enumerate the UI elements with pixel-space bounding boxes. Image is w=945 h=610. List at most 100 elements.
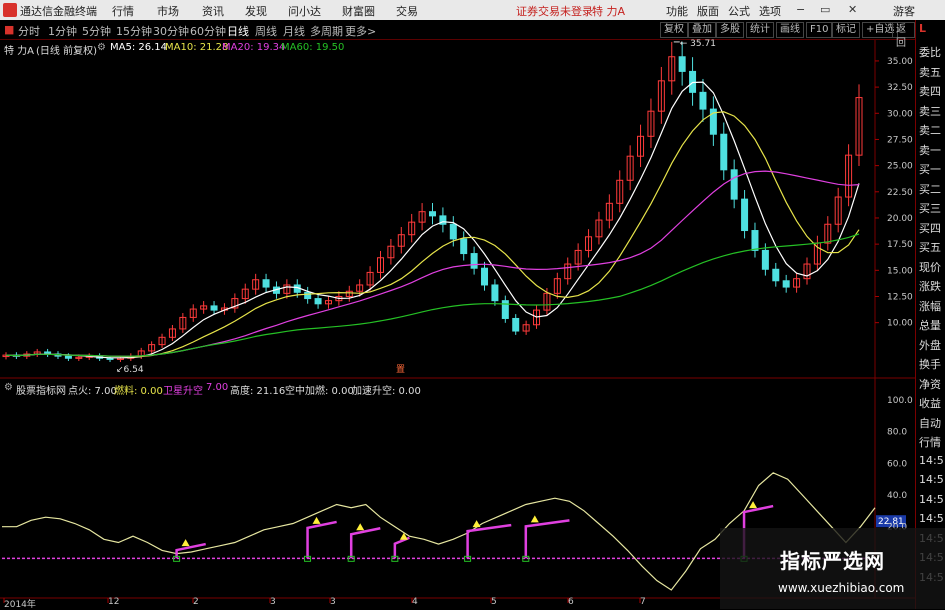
candle-body bbox=[751, 230, 759, 251]
menu-item-faxian[interactable]: 发现 bbox=[245, 3, 267, 19]
indicator-tick-label: 100.0 bbox=[887, 396, 913, 406]
menu-item-wenxiaoda[interactable]: 问小达 bbox=[288, 3, 321, 19]
signal-segment bbox=[306, 520, 337, 559]
sidebar-item[interactable]: 收益 bbox=[919, 395, 941, 411]
price-chart[interactable]: 35.00 32.50 30.00 27.50 25.00 22.50 20.00 17.50… bbox=[0, 20, 915, 609]
sidebar-item[interactable]: 买四 bbox=[919, 220, 941, 236]
sidebar-item[interactable]: 换手 bbox=[919, 356, 941, 372]
date-label-6: 6 bbox=[568, 597, 574, 607]
candle-body bbox=[761, 249, 769, 270]
sidebar-item[interactable]: 14:5 bbox=[919, 493, 944, 506]
candle-body bbox=[772, 268, 780, 282]
candle-body bbox=[470, 253, 478, 269]
sidebar-item[interactable]: 涨跌 bbox=[919, 278, 941, 294]
date-label-2: 2 bbox=[193, 597, 199, 607]
indicator-tick-label: 60.0 bbox=[887, 459, 907, 469]
sidebar-item[interactable]: 14:5 bbox=[919, 473, 944, 486]
ma60-line bbox=[5, 233, 860, 357]
sidebar-item[interactable]: 卖二 bbox=[919, 122, 941, 138]
candle-body bbox=[491, 284, 499, 302]
restore-icon[interactable]: ▭ bbox=[820, 3, 830, 16]
candle-body bbox=[262, 279, 270, 288]
sidebar-item[interactable]: 总量 bbox=[919, 317, 941, 333]
sidebar-item[interactable]: 净资 bbox=[919, 376, 941, 392]
menu-item-gongneng[interactable]: 功能 bbox=[666, 3, 688, 19]
sidebar-item[interactable]: 涨幅 bbox=[919, 298, 941, 314]
menu-item-gongshi[interactable]: 公式 bbox=[728, 3, 750, 19]
sidebar-item[interactable]: 现价 bbox=[919, 259, 941, 275]
sidebar-top-label: L bbox=[919, 22, 927, 35]
indicator-legend: ⚙ 股票指标网 点火: 7.00 燃料: 0.00 卫星升空 7.00 高度: … bbox=[0, 381, 760, 397]
price-tick-label: 10.00 bbox=[887, 319, 913, 329]
candle-body bbox=[210, 305, 218, 311]
price-tick-label: 32.50 bbox=[887, 83, 913, 93]
current-stock: 特 力A bbox=[592, 5, 626, 18]
weixing-value: 7.00 bbox=[206, 382, 229, 393]
sidebar-item[interactable]: 卖一 bbox=[919, 142, 941, 158]
signal-triangle bbox=[356, 523, 365, 531]
ma10-line bbox=[5, 111, 860, 358]
low-annotation: ↙6.54 bbox=[116, 365, 144, 375]
app-title: 通达信金融终端 bbox=[20, 5, 97, 18]
candle-body bbox=[314, 298, 322, 305]
sidebar-item[interactable]: 行情 bbox=[919, 434, 941, 450]
menu-item-banmian[interactable]: 版面 bbox=[697, 3, 719, 19]
signal-triangle bbox=[472, 520, 481, 528]
candle-body bbox=[64, 355, 72, 359]
date-label-5: 5 bbox=[491, 597, 497, 607]
candle-body bbox=[720, 133, 728, 171]
sidebar-item[interactable]: 自动 bbox=[919, 415, 941, 431]
signal-segment bbox=[466, 523, 512, 559]
brand-url: www.xuezhibiao.com bbox=[778, 581, 905, 595]
date-label-2014: 2014年 bbox=[4, 600, 36, 610]
signal-triangle bbox=[312, 516, 321, 524]
indicator-tick-label: 80.0 bbox=[887, 428, 907, 438]
app-logo-icon bbox=[3, 3, 17, 17]
candle-body bbox=[678, 56, 686, 72]
sidebar-item[interactable]: 买五 bbox=[919, 239, 941, 255]
quote-sidebar: L 委比卖五卖四卖三卖二卖一买一买二买三买四买五现价涨跌涨幅总量外盘换手净资收益… bbox=[915, 20, 945, 609]
login-status: 证券交易未登录 bbox=[516, 5, 593, 18]
sidebar-item[interactable]: 买三 bbox=[919, 200, 941, 216]
menu-bar: 通达信金融终端 行情 市场 资讯 发现 问小达 财富圈 交易 证券交易未登录 特… bbox=[0, 0, 945, 21]
price-tick-label: 20.00 bbox=[887, 214, 913, 224]
sidebar-item[interactable]: 卖四 bbox=[919, 83, 941, 99]
candle-body bbox=[512, 317, 520, 332]
date-label-4: 4 bbox=[412, 597, 418, 607]
candle-body bbox=[481, 267, 489, 286]
dianhuo-value: 点火: 7.00 bbox=[68, 386, 117, 397]
price-tick-label: 27.50 bbox=[887, 135, 913, 145]
sidebar-item[interactable]: 买二 bbox=[919, 181, 941, 197]
indicator-settings-icon[interactable]: ⚙ bbox=[4, 382, 13, 393]
candle-body bbox=[429, 211, 436, 217]
menu-item-xuanxiang[interactable]: 选项 bbox=[759, 3, 781, 19]
indicator-tick-label: 40.0 bbox=[887, 491, 907, 501]
sidebar-item[interactable]: 外盘 bbox=[919, 337, 941, 353]
guest-label[interactable]: 游客 bbox=[893, 3, 915, 19]
brand-watermark: 指标严选网 www.xuezhibiao.com bbox=[720, 528, 945, 609]
price-tick-label: 12.50 bbox=[887, 292, 913, 302]
menu-item-caifuquan[interactable]: 财富圈 bbox=[342, 3, 375, 19]
sidebar-item[interactable]: 14:5 bbox=[919, 512, 944, 525]
close-icon[interactable]: ✕ bbox=[848, 3, 857, 16]
sidebar-item[interactable]: 卖五 bbox=[919, 64, 941, 80]
candle-body bbox=[782, 280, 790, 288]
candle-body bbox=[741, 198, 749, 232]
price-tick-label: 17.50 bbox=[887, 240, 913, 250]
sidebar-item[interactable]: 委比 bbox=[919, 44, 941, 60]
sidebar-item[interactable]: 买一 bbox=[919, 161, 941, 177]
sidebar-item[interactable]: 卖三 bbox=[919, 103, 941, 119]
menu-item-shichang[interactable]: 市场 bbox=[157, 3, 179, 19]
brand-title: 指标严选网 bbox=[780, 549, 885, 573]
date-label-3: 3 bbox=[270, 597, 276, 607]
menu-item-zixun[interactable]: 资讯 bbox=[202, 3, 224, 19]
ranliao-value: 燃料: 0.00 bbox=[114, 386, 163, 397]
candle-body bbox=[460, 238, 468, 255]
price-tick-label: 15.00 bbox=[887, 266, 913, 276]
jiasu-value: 加速升空: 0.00 bbox=[352, 386, 421, 397]
date-label-3b: 3 bbox=[330, 597, 336, 607]
sidebar-item[interactable]: 14:5 bbox=[919, 454, 944, 467]
menu-item-hangqing[interactable]: 行情 bbox=[112, 3, 134, 19]
minimize-icon[interactable]: − bbox=[796, 3, 805, 16]
menu-item-jiaoyi[interactable]: 交易 bbox=[396, 3, 418, 19]
